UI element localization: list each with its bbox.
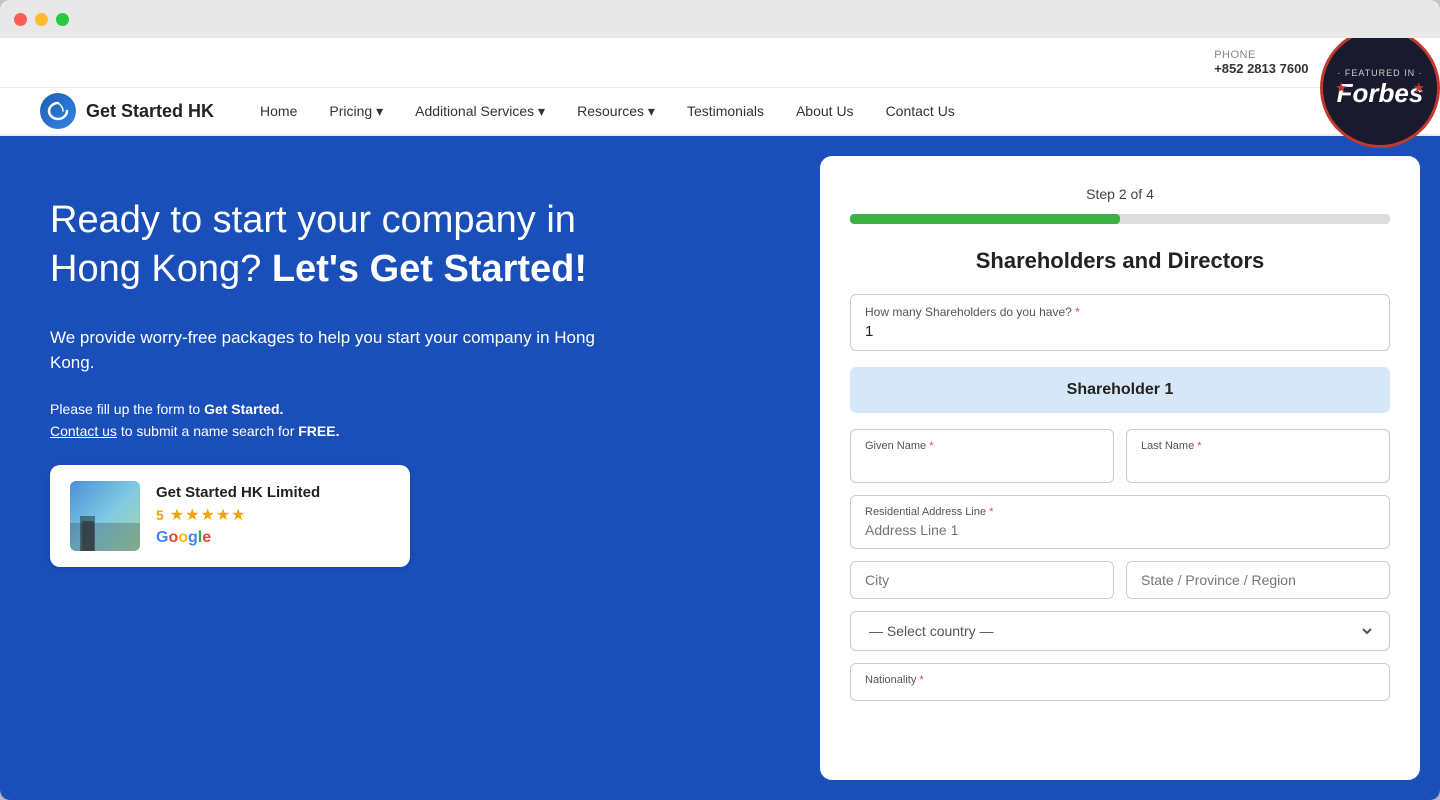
progress-bar-fill	[850, 214, 1120, 224]
navbar: Get Started HK Home Pricing ▾ Additional…	[0, 88, 1440, 136]
maximize-button[interactable]	[56, 13, 69, 26]
shareholder-1-header: Shareholder 1	[850, 367, 1390, 413]
phone-label: PHONE	[1214, 49, 1308, 61]
state-input[interactable]	[1141, 572, 1375, 588]
rating-number: 5	[156, 507, 164, 523]
stars-icon: ★★★★★	[170, 505, 247, 525]
contact-link[interactable]: Contact us	[50, 423, 117, 439]
forbes-badge: ★ · FEATURED IN · Forbes ★	[1320, 38, 1440, 148]
city-input[interactable]	[865, 572, 1099, 588]
required-marker: *	[1075, 305, 1080, 319]
close-button[interactable]	[14, 13, 27, 26]
company-name: Get Started HK Limited	[156, 484, 390, 501]
titlebar	[0, 0, 1440, 38]
nav-pricing[interactable]: Pricing ▾	[313, 87, 399, 135]
city-field[interactable]	[850, 561, 1114, 599]
google-logo: Google	[156, 529, 390, 547]
minimize-button[interactable]	[35, 13, 48, 26]
website: PHONE +852 2813 7600 MORE Contacts ▾ Ge	[0, 38, 1440, 800]
given-name-label: Given Name *	[865, 440, 1099, 452]
shareholders-value: 1	[865, 323, 1375, 340]
address-row: Residential Address Line *	[850, 495, 1390, 549]
nav-resources[interactable]: Resources ▾	[561, 87, 671, 135]
nav-contact-us[interactable]: Contact Us	[870, 87, 971, 135]
address-input[interactable]	[865, 522, 1375, 538]
country-select[interactable]: — Select country —	[865, 622, 1375, 640]
given-name-field[interactable]: Given Name *	[850, 429, 1114, 483]
country-field[interactable]: — Select country —	[850, 611, 1390, 651]
google-card-image	[70, 481, 140, 551]
forbes-featured-text: · FEATURED IN ·	[1337, 68, 1422, 78]
logo[interactable]: Get Started HK	[40, 93, 214, 129]
nav-additional-services[interactable]: Additional Services ▾	[399, 87, 561, 135]
step-indicator: Step 2 of 4	[850, 186, 1390, 202]
nav-links: Home Pricing ▾ Additional Services ▾ Res…	[244, 87, 1400, 135]
nationality-field: Nationality *	[850, 663, 1390, 701]
google-card: Get Started HK Limited 5 ★★★★★ Google	[50, 465, 410, 567]
form-title: Shareholders and Directors	[850, 248, 1390, 274]
main-content: Ready to start your company inHong Kong?…	[0, 136, 1440, 800]
nav-about-us[interactable]: About Us	[780, 87, 870, 135]
last-name-label: Last Name *	[1141, 440, 1375, 452]
phone-block: PHONE +852 2813 7600	[1214, 49, 1308, 76]
hero-subtitle: We provide worry-free packages to help y…	[50, 325, 600, 376]
forbes-logo-text: Forbes	[1337, 78, 1424, 109]
cta-text-2: Contact us to submit a name search for F…	[50, 423, 770, 439]
last-name-input[interactable]	[1141, 456, 1375, 472]
logo-icon	[40, 93, 76, 129]
forbes-star-right-icon: ★	[1412, 80, 1425, 97]
last-name-field[interactable]: Last Name *	[1126, 429, 1390, 483]
form-panel: Step 2 of 4 Shareholders and Directors H…	[820, 156, 1420, 780]
google-card-content: Get Started HK Limited 5 ★★★★★ Google	[156, 484, 390, 547]
topbar: PHONE +852 2813 7600 MORE Contacts ▾	[0, 38, 1440, 88]
address-label: Residential Address Line *	[865, 506, 1375, 518]
name-row: Given Name * Last Name *	[850, 429, 1390, 483]
shareholders-label: How many Shareholders do you have? *	[865, 305, 1375, 319]
google-rating: 5 ★★★★★	[156, 505, 390, 525]
nav-home[interactable]: Home	[244, 87, 313, 135]
given-name-input[interactable]	[865, 456, 1099, 472]
nationality-label: Nationality *	[865, 674, 1375, 686]
logo-text: Get Started HK	[86, 101, 214, 122]
city-state-row	[850, 561, 1390, 599]
browser-window: PHONE +852 2813 7600 MORE Contacts ▾ Ge	[0, 0, 1440, 800]
state-field[interactable]	[1126, 561, 1390, 599]
progress-bar-container	[850, 214, 1390, 224]
nav-testimonials[interactable]: Testimonials	[671, 87, 780, 135]
cta-text-1: Please fill up the form to Get Started.	[50, 401, 770, 417]
country-row: — Select country —	[850, 611, 1390, 651]
phone-number: +852 2813 7600	[1214, 61, 1308, 76]
left-panel: Ready to start your company inHong Kong?…	[0, 136, 820, 800]
shareholders-count-field: How many Shareholders do you have? * 1	[850, 294, 1390, 351]
forbes-star-left-icon: ★	[1335, 80, 1348, 97]
hero-title: Ready to start your company inHong Kong?…	[50, 196, 770, 295]
address-field[interactable]: Residential Address Line *	[850, 495, 1390, 549]
